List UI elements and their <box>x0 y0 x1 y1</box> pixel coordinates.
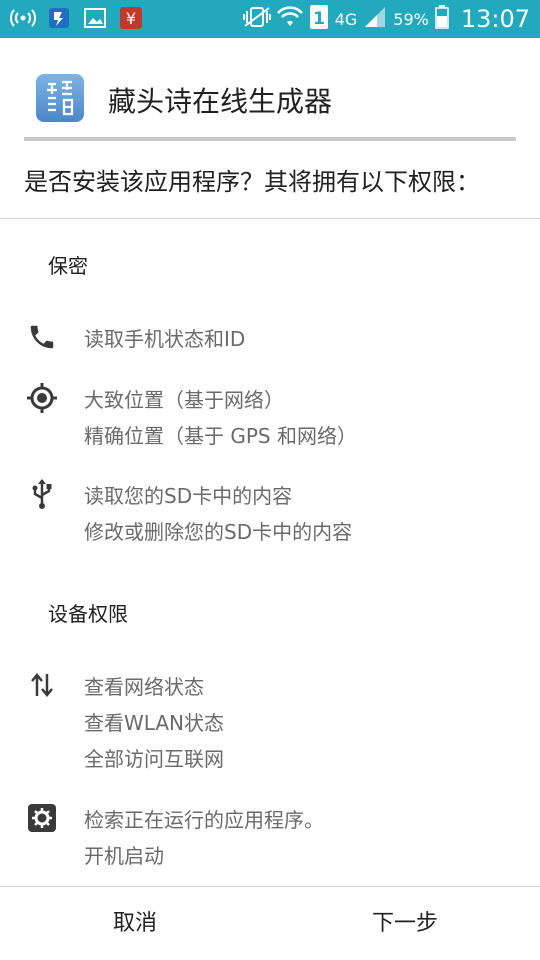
wifi-icon <box>276 6 303 32</box>
image-icon <box>82 6 108 30</box>
section-title-device: 设备权限 <box>48 602 128 626</box>
section-title-privacy: 保密 <box>48 254 88 278</box>
permission-lines: 读取手机状态和ID <box>84 321 245 357</box>
cancel-button[interactable]: 取消 <box>0 888 270 960</box>
permission-text: 修改或删除您的SD卡中的内容 <box>84 520 353 544</box>
divider <box>0 218 540 219</box>
sim-1-icon: 1 <box>309 4 329 34</box>
permission-text: 读取您的SD卡中的内容 <box>84 484 293 508</box>
status-bar: ¥ 1 4G 59% 13:07 <box>0 0 540 38</box>
notification-icons: ¥ <box>10 6 144 30</box>
location-icon <box>26 382 58 414</box>
permission-lines: 查看网络状态 查看WLAN状态 全部访问互联网 <box>84 669 224 777</box>
battery-icon <box>435 5 449 33</box>
next-button[interactable]: 下一步 <box>270 888 540 960</box>
permission-text: 全部访问互联网 <box>84 747 224 771</box>
signal-icon <box>363 6 387 32</box>
app-header: 藏头诗在线生成器 <box>0 38 540 138</box>
permission-lines: 检索正在运行的应用程序。 开机启动 <box>84 802 324 874</box>
permission-text: 开机启动 <box>84 844 164 868</box>
phone-icon <box>26 321 58 353</box>
permission-text: 查看网络状态 <box>84 675 204 699</box>
permission-text: 大致位置（基于网络） <box>84 388 284 412</box>
settings-gear-icon <box>26 802 58 834</box>
header-divider <box>24 137 516 141</box>
permission-lines: 大致位置（基于网络） 精确位置（基于 GPS 和网络） <box>84 382 357 454</box>
permission-text: 读取手机状态和ID <box>84 327 246 351</box>
app-title: 藏头诗在线生成器 <box>108 85 333 118</box>
permission-lines: 读取您的SD卡中的内容 修改或删除您的SD卡中的内容 <box>84 478 352 550</box>
hotspot-icon <box>10 6 36 30</box>
permission-text: 查看WLAN状态 <box>84 711 225 735</box>
payment-icon: ¥ <box>118 6 144 30</box>
permission-text: 检索正在运行的应用程序。 <box>84 808 324 832</box>
svg-text:¥: ¥ <box>126 9 136 28</box>
vibrate-icon <box>242 6 271 32</box>
network-type: 4G <box>334 9 358 29</box>
svg-text:1: 1 <box>313 9 325 29</box>
status-indicators: 1 4G 59% 13:07 <box>242 0 530 38</box>
app-logo-icon <box>36 74 84 122</box>
usb-icon <box>26 478 58 510</box>
install-question: 是否安装该应用程序？其将拥有以下权限： <box>24 168 480 196</box>
footer-divider <box>0 886 540 887</box>
network-arrows-icon <box>26 669 58 701</box>
app-notification-icon <box>46 6 72 30</box>
battery-percent: 59% <box>393 9 429 29</box>
permission-text: 精确位置（基于 GPS 和网络） <box>84 424 357 448</box>
clock: 13:07 <box>460 5 530 33</box>
